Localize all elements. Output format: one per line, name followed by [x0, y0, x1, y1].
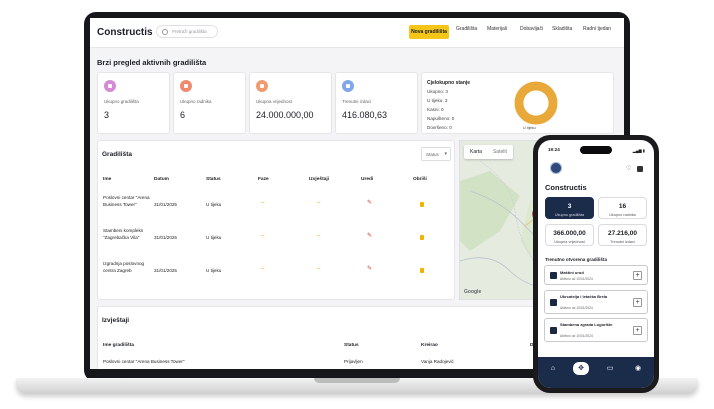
dashboard-icon[interactable]: ✥: [573, 362, 589, 375]
delete-icon[interactable]: [420, 202, 424, 207]
phone-stat-expenses: 27.216,00 Trenutni izdaci: [598, 224, 647, 246]
stat-card-sites: Ukupno gradilišta 3: [97, 72, 170, 134]
bell-icon[interactable]: ♡: [626, 165, 631, 172]
edit-icon[interactable]: ✎: [367, 232, 372, 239]
profile-icon[interactable]: ◉: [632, 364, 644, 374]
reports-cell: –: [317, 266, 321, 272]
phone-title: Constructis: [545, 183, 587, 192]
reports-cell: –: [317, 233, 321, 239]
map-type-switch: Karta Satelit: [464, 145, 513, 159]
worker-icon: [180, 80, 192, 92]
laptop-notch: [314, 378, 400, 383]
stat-card-workers: Ukupno radnika 6: [173, 72, 246, 134]
edit-icon[interactable]: ✎: [367, 199, 372, 206]
status-card: Cjelokupno stanje Ukupno: 3 U tijeku: 3 …: [421, 72, 614, 134]
status-filter[interactable]: Status ▾: [421, 147, 451, 161]
building-icon: [550, 272, 557, 279]
phases-cell: –: [261, 233, 265, 239]
nav-materijali[interactable]: Materijali: [487, 26, 507, 32]
status-icons: ▂▄▆ ▮: [632, 148, 645, 153]
search-icon: [162, 29, 168, 35]
delete-icon[interactable]: [420, 268, 424, 273]
overview-title: Brzi pregled aktivnih gradilišta: [97, 58, 207, 67]
building-icon: [104, 80, 116, 92]
add-icon[interactable]: +: [633, 271, 642, 280]
dynamic-island: [580, 146, 612, 154]
app-logo-icon[interactable]: [550, 162, 562, 174]
nav-dobavljaci[interactable]: Dobavljači: [520, 26, 543, 32]
chat-icon[interactable]: ▭: [604, 364, 616, 374]
edit-icon[interactable]: ✎: [367, 265, 372, 272]
app-logo[interactable]: Constructis: [97, 27, 153, 38]
list-item[interactable]: Stambena zgrada Logorište Aktivno od 10/…: [544, 318, 648, 342]
menu-icon[interactable]: [637, 166, 643, 172]
map-attribution: Google: [464, 289, 482, 295]
phone-screen: 19:24 ▂▄▆ ▮ ♡ Constructis 3 Ukupno gradi…: [538, 140, 654, 388]
nav-radni-tjedan[interactable]: Radni tjedan: [583, 26, 611, 32]
top-bar: Constructis Pretraži gradilišta Nova gra…: [90, 18, 624, 48]
phone-stat-sites: 3 Ukupno gradilišta: [545, 197, 594, 219]
nav-gradilista[interactable]: Gradilišta: [456, 26, 477, 32]
tab-map[interactable]: Karta: [470, 149, 482, 155]
bottom-tab-bar: ⌂ ✥ ▭ ◉: [538, 357, 654, 388]
status-donut-chart: [514, 81, 558, 125]
phone-time: 19:24: [548, 147, 560, 152]
home-icon[interactable]: ⌂: [547, 364, 559, 374]
phone-stat-value: 366.000,00 Ukupna vrijednost: [545, 224, 594, 246]
stat-card-expenses: Trenutni izdaci 416.080,63: [335, 72, 418, 134]
phases-cell: –: [261, 200, 265, 206]
expense-icon: [342, 80, 354, 92]
nav-nova-gradilista[interactable]: Nova gradilišta: [409, 25, 449, 39]
nav-skladista[interactable]: Skladišta: [552, 26, 572, 32]
money-icon: [256, 80, 268, 92]
sites-table-card: Gradilišta Status ▾ Ime Datum Status Faz…: [97, 140, 455, 300]
chevron-down-icon: ▾: [444, 151, 447, 157]
phone-stat-workers: 16 Ukupno radnika: [598, 197, 647, 219]
delete-icon[interactable]: [420, 235, 424, 240]
reports-cell: –: [317, 200, 321, 206]
add-icon[interactable]: +: [633, 326, 642, 335]
building-icon: [550, 327, 557, 334]
add-icon[interactable]: +: [633, 298, 642, 307]
stat-card-value: Ukupna vrijednost 24.000.000,00: [249, 72, 332, 134]
list-item[interactable]: Ukrcatelja i letačka Brela Aktivno od 10…: [544, 290, 648, 314]
phases-cell: –: [261, 266, 265, 272]
list-item[interactable]: Maštini urod Aktivno od 10/01/2024 +: [544, 265, 648, 285]
phone-list-title: Trenutno otvorena gradilišta: [545, 257, 608, 262]
search-input[interactable]: Pretraži gradilišta: [156, 25, 218, 38]
building-icon: [550, 299, 557, 306]
donut-label: U tijeku: [523, 126, 536, 130]
tab-satellite[interactable]: Satelit: [493, 149, 507, 155]
